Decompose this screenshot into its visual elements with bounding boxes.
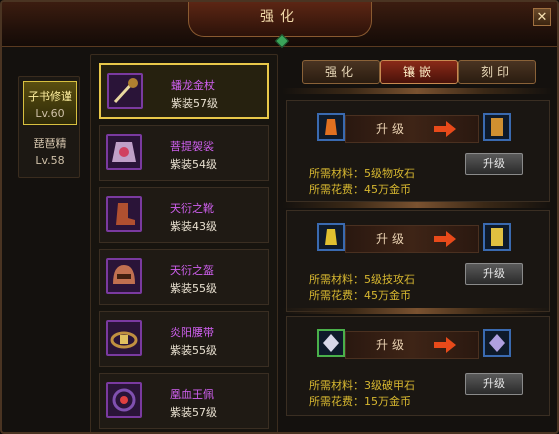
character-name: 子书修谨 [28, 90, 72, 103]
upgrade-label: 升级 [376, 232, 409, 246]
upgrade-button-3[interactable]: 升级 [465, 373, 523, 395]
equipment-item-6[interactable]: 凰血王佩 紫装57级 [99, 373, 269, 429]
item-grade: 紫装57级 [170, 406, 217, 419]
title-plate: 强化 [188, 2, 372, 37]
yellow-gem-icon [317, 223, 345, 251]
character-tab-2[interactable]: 琵琶精 Lv.58 [23, 129, 77, 173]
item-grade: 紫装55级 [170, 344, 217, 357]
staff-icon [107, 73, 143, 109]
equipment-item-5[interactable]: 炎阳腰带 紫装55级 [99, 311, 269, 367]
window-title: 强化 [260, 9, 300, 25]
item-grade: 紫装57级 [171, 97, 218, 110]
character-panel: 子书修谨 Lv.60 琵琶精 Lv.58 [18, 76, 80, 178]
item-grade: 紫装54级 [170, 158, 217, 171]
item-name: 凰血王佩 [170, 388, 214, 401]
item-name: 天衍之盔 [170, 264, 214, 277]
material-text: 所需材料：5级物攻石 [309, 167, 415, 180]
arrow-right-icon [434, 337, 456, 353]
equipment-item-4[interactable]: 天衍之盔 紫装55级 [99, 249, 269, 305]
equipment-item-2[interactable]: 菩提袈裟 紫装54级 [99, 125, 269, 181]
upgrade-panel-3: 升级 所需材料：3级破甲石 所需花费：15万金币 升级 [286, 316, 550, 416]
divider [282, 202, 552, 208]
cost-text: 所需花费：15万金币 [309, 395, 411, 408]
upgrade-arrow: 升级 [345, 331, 479, 359]
upgrade-button-1[interactable]: 升级 [465, 153, 523, 175]
item-grade: 紫装55级 [170, 282, 217, 295]
upgrade-panel-1: 升级 所需材料：5级物攻石 所需花费：45万金币 升级 [286, 100, 550, 202]
helmet-icon [106, 258, 142, 294]
close-button[interactable]: ✕ [533, 8, 551, 26]
equipment-item-3[interactable]: 天衍之靴 紫装43级 [99, 187, 269, 243]
yellow-gem-result-icon [483, 223, 511, 251]
cost-text: 所需花费：45万金币 [309, 183, 411, 196]
character-level: Lv.58 [35, 154, 65, 167]
tab-enhance[interactable]: 强化 [302, 60, 380, 84]
material-text: 所需材料：5级技攻石 [309, 273, 415, 286]
upgrade-panel-2: 升级 所需材料：5级技攻石 所需花费：45万金币 升级 [286, 210, 550, 312]
arrow-right-icon [434, 121, 456, 137]
equipment-list: 蟠龙金杖 紫装57级 菩提袈裟 紫装54级 天衍之靴 紫装43级 天衍之盔 紫装… [90, 54, 278, 432]
white-gem-icon [317, 329, 345, 357]
character-name: 琵琶精 [33, 137, 67, 150]
white-gem-result-icon [483, 329, 511, 357]
robe-icon [106, 134, 142, 170]
upgrade-label: 升级 [376, 338, 409, 352]
upgrade-arrow: 升级 [345, 115, 479, 143]
upgrade-label: 升级 [376, 122, 409, 136]
character-tab-1[interactable]: 子书修谨 Lv.60 [23, 81, 77, 125]
item-grade: 紫装43级 [170, 220, 217, 233]
tab-engrave[interactable]: 刻印 [458, 60, 536, 84]
material-text: 所需材料：3级破甲石 [309, 379, 415, 392]
orange-gem-icon [317, 113, 345, 141]
arrow-right-icon [434, 231, 456, 247]
item-name: 蟠龙金杖 [171, 79, 215, 92]
divider [282, 308, 552, 314]
equipment-item-1[interactable]: 蟠龙金杖 紫装57级 [99, 63, 269, 119]
orange-gem-result-icon [483, 113, 511, 141]
belt-icon [106, 320, 142, 356]
upgrade-button-2[interactable]: 升级 [465, 263, 523, 285]
pendant-icon [106, 382, 142, 418]
item-name: 天衍之靴 [170, 202, 214, 215]
upgrade-arrow: 升级 [345, 225, 479, 253]
item-name: 菩提袈裟 [170, 140, 214, 153]
character-level: Lv.60 [35, 107, 65, 120]
tab-inlay[interactable]: 镶嵌 [380, 60, 458, 84]
title-bar[interactable]: 强化 ✕ [2, 2, 557, 49]
enhance-window: 强化 ✕ 子书修谨 Lv.60 琵琶精 Lv.58 蟠龙金杖 紫装57级 菩提袈… [0, 0, 559, 434]
cost-text: 所需花费：45万金币 [309, 289, 411, 302]
boots-icon [106, 196, 142, 232]
divider [282, 88, 552, 94]
item-name: 炎阳腰带 [170, 326, 214, 339]
